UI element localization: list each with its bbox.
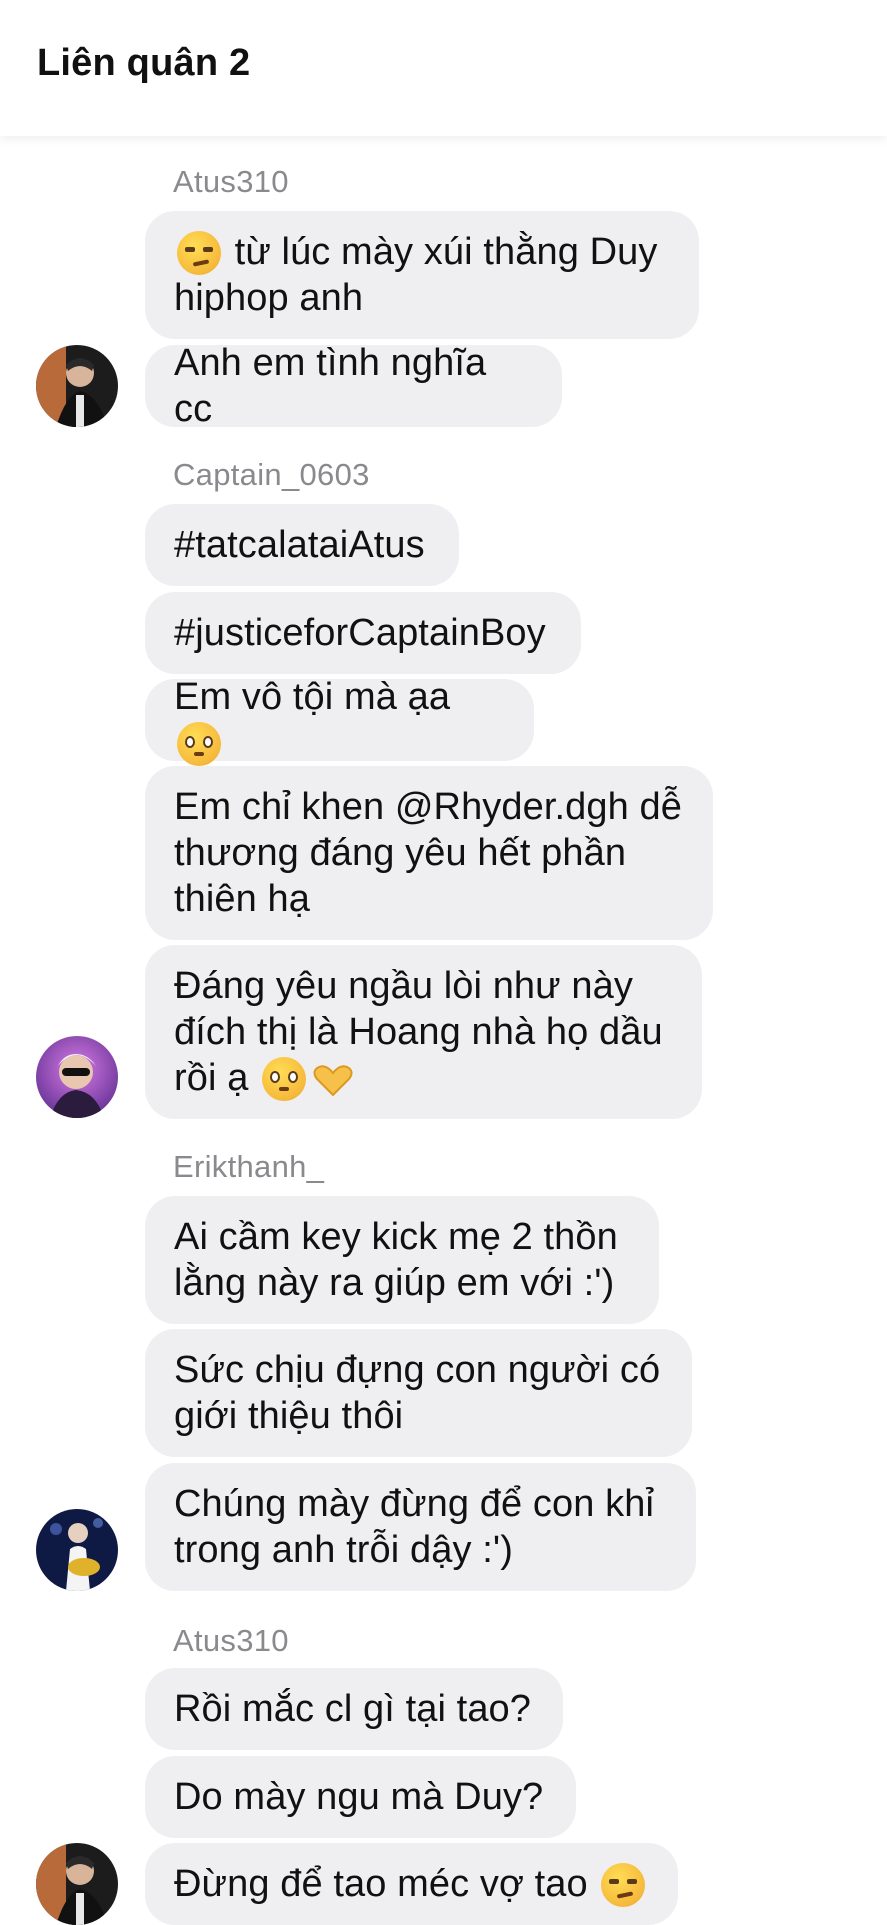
message-text: Ai cầm key kick mẹ 2 thồn lằng này ra gi… bbox=[174, 1216, 618, 1304]
message-text: #justiceforCaptainBoy bbox=[174, 612, 546, 654]
avatar-atus310[interactable] bbox=[36, 345, 118, 427]
message-bubble[interactable]: Em chỉ khen @Rhyder.dgh dễ thương đáng y… bbox=[145, 766, 713, 940]
message-text: Do mày ngu mà Duy? bbox=[174, 1776, 544, 1818]
message-text: Em chỉ khen @Rhyder.dgh dễ thương đáng y… bbox=[174, 786, 683, 920]
message-bubble[interactable]: Sức chịu đựng con người có giới thiệu th… bbox=[145, 1329, 692, 1457]
avatar-erikthanh[interactable] bbox=[36, 1509, 118, 1591]
message-text: Đáng yêu ngầu lòi như này đích thị là Ho… bbox=[174, 963, 663, 1102]
message-text: Đừng để tao méc vợ tao bbox=[174, 1861, 648, 1908]
avatar-atus310[interactable] bbox=[36, 1843, 118, 1925]
sender-name: Atus310 bbox=[173, 164, 289, 199]
chat-header: Liên quân 2 bbox=[0, 0, 887, 136]
pleading-face-emoji bbox=[177, 722, 221, 767]
message-text: #tatcalataiAtus bbox=[174, 524, 425, 566]
chat-title[interactable]: Liên quân 2 bbox=[37, 42, 250, 85]
message-bubble[interactable]: Anh em tình nghĩa cc bbox=[145, 342, 562, 430]
message-text: Anh em tình nghĩa cc bbox=[174, 342, 487, 430]
message-bubble[interactable]: Do mày ngu mà Duy? bbox=[145, 1756, 576, 1838]
avatar-captain-0603[interactable] bbox=[36, 1036, 118, 1118]
sender-name: Erikthanh_ bbox=[173, 1149, 325, 1184]
message-bubble[interactable]: Đừng để tao méc vợ tao bbox=[145, 1843, 678, 1925]
pleading-face-emoji bbox=[262, 1057, 307, 1102]
message-bubble[interactable]: Em vô tội mà ạa bbox=[145, 676, 534, 767]
sender-name: Captain_0603 bbox=[173, 457, 370, 492]
message-text: Em vô tội mà ạa bbox=[174, 674, 505, 767]
message-bubble[interactable]: #tatcalataiAtus bbox=[145, 504, 459, 586]
message-bubble[interactable]: từ lúc mày xúi thằng Duy hiphop anh bbox=[145, 211, 699, 339]
message-bubble[interactable]: Đáng yêu ngầu lòi như này đích thị là Ho… bbox=[145, 945, 702, 1119]
smirking-face-emoji bbox=[177, 231, 221, 276]
message-text: Chúng mày đừng để con khỉ trong anh trỗi… bbox=[174, 1483, 655, 1571]
message-text: từ lúc mày xúi thằng Duy hiphop anh bbox=[174, 230, 658, 320]
message-bubble[interactable]: Ai cầm key kick mẹ 2 thồn lằng này ra gi… bbox=[145, 1196, 659, 1324]
message-bubble[interactable]: Chúng mày đừng để con khỉ trong anh trỗi… bbox=[145, 1463, 696, 1591]
message-bubble[interactable]: #justiceforCaptainBoy bbox=[145, 592, 581, 674]
message-text: Rồi mắc cl gì tại tao? bbox=[174, 1688, 532, 1730]
smirking-face-emoji bbox=[601, 1863, 646, 1908]
heart-hands-emoji bbox=[311, 1059, 355, 1099]
message-bubble[interactable]: Rồi mắc cl gì tại tao? bbox=[145, 1668, 563, 1750]
message-text: Sức chịu đựng con người có giới thiệu th… bbox=[174, 1349, 661, 1437]
sender-name: Atus310 bbox=[173, 1623, 289, 1658]
